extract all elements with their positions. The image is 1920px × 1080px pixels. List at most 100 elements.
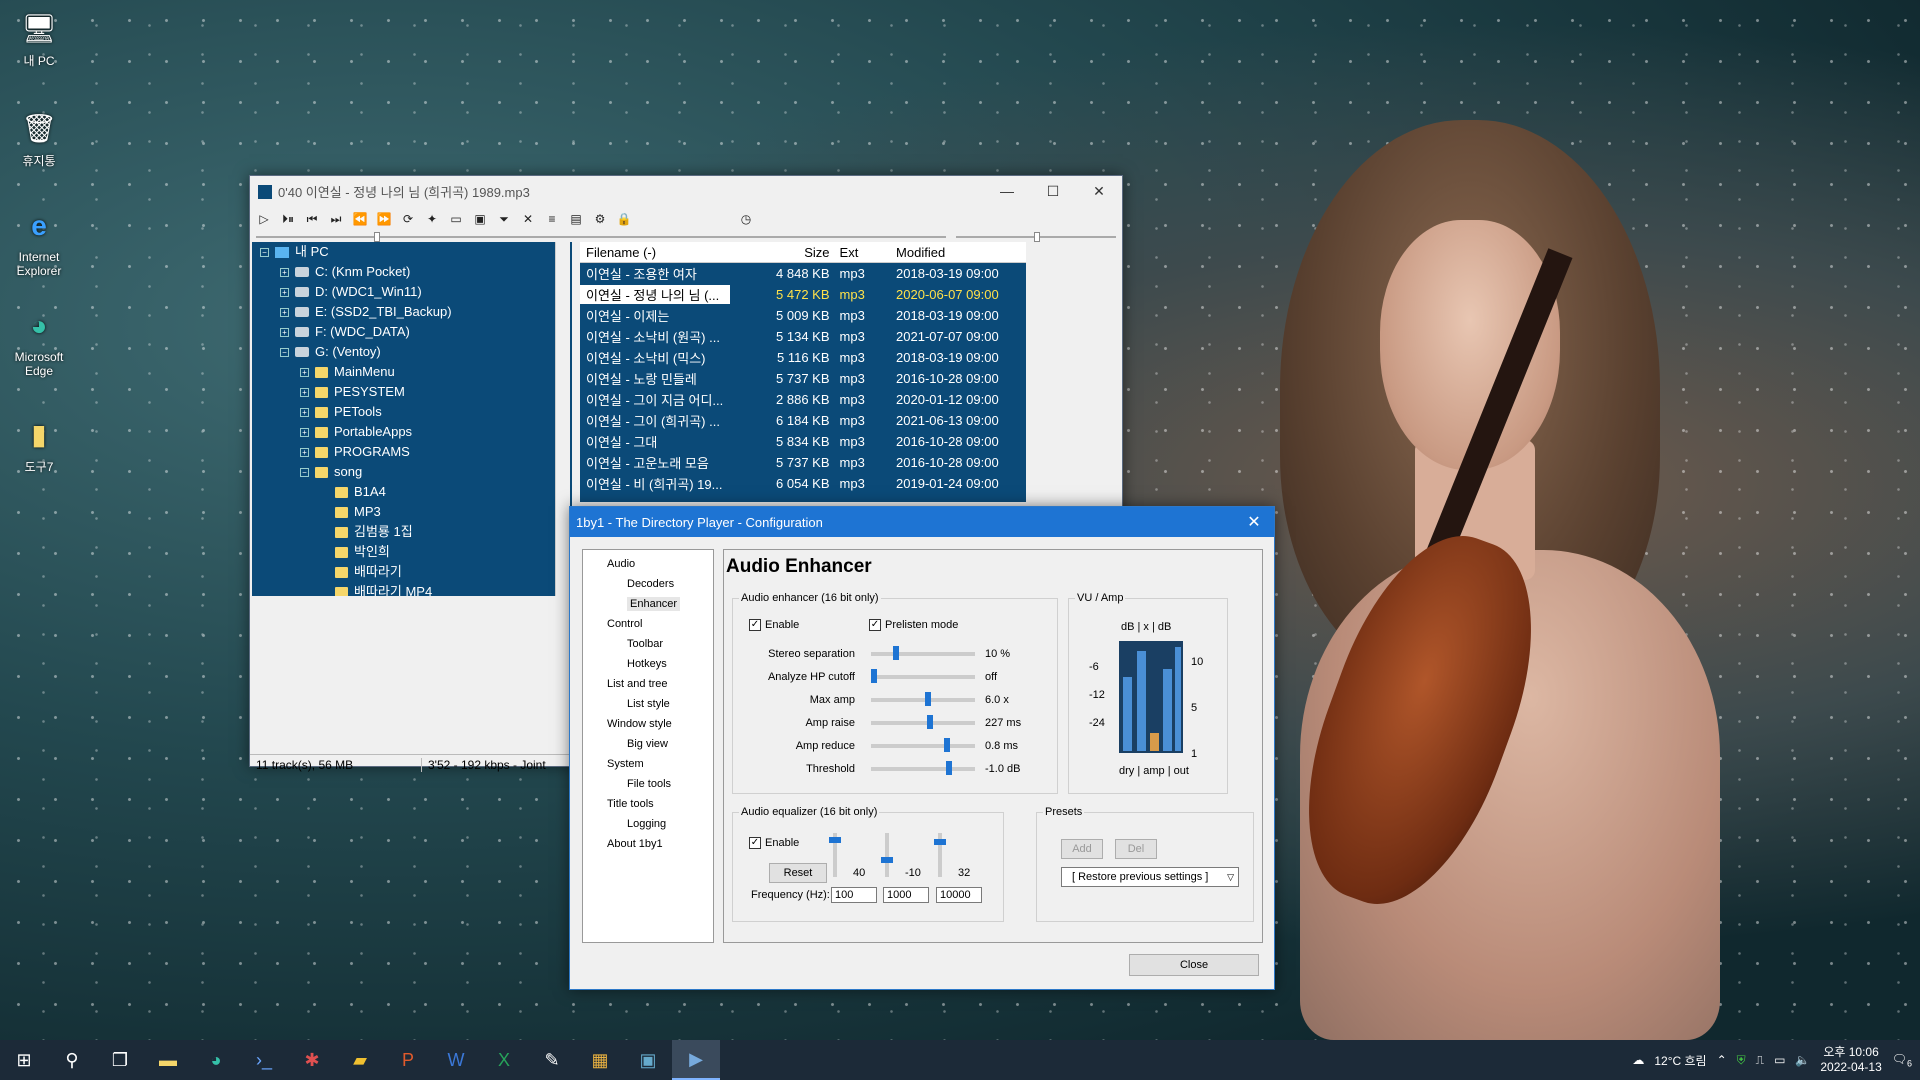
file-row[interactable]: 이연실 - 소낙비 (원곡) ... 5 134 KB mp3 2021-07-07 … — [580, 326, 1026, 347]
powershell-icon[interactable]: ›_ — [240, 1040, 288, 1080]
folder-tree[interactable]: − 내 PC + C: (Knm Pocket) + D: (WDC1_Win11) + E:… — [252, 242, 572, 596]
player-titlebar[interactable]: 0'40 이연실 - 정녕 나의 님 (희귀곡) 1989.mp3 — ☐ ✕ — [250, 176, 1122, 207]
slider-thumb[interactable] — [924, 692, 931, 706]
slider-thumb[interactable] — [871, 669, 877, 683]
network-icon[interactable]: ▭ — [1774, 1053, 1785, 1067]
freq-input-mid[interactable]: 1000 — [883, 887, 929, 903]
column-modified[interactable]: Modified — [890, 245, 1026, 260]
slider-track[interactable] — [871, 646, 975, 660]
sort-icon[interactable]: ≡ — [544, 212, 560, 226]
nav-item[interactable]: Window style — [583, 714, 713, 734]
tree-node[interactable]: 박인희 — [252, 542, 572, 562]
nav-item[interactable]: List and tree — [583, 674, 713, 694]
nav-item[interactable]: File tools — [583, 774, 713, 794]
file-explorer-icon[interactable]: ▬ — [144, 1040, 192, 1080]
slider-thumb[interactable] — [926, 715, 933, 729]
file-row[interactable]: 이연실 - 정녕 나의 님 (... 5 472 KB mp3 2020-06-07 … — [580, 284, 1026, 305]
expand-toggle-icon[interactable]: + — [300, 387, 309, 397]
expand-toggle-icon[interactable]: + — [280, 287, 289, 297]
prelisten-mode-checkbox[interactable]: ✓ Prelisten mode — [869, 619, 958, 631]
tree-node[interactable]: B1A4 — [252, 482, 572, 502]
weather-text[interactable]: 12°C 흐림 — [1654, 1052, 1706, 1069]
file-row[interactable]: 이연실 - 그이 (희귀곡) ... 6 184 KB mp3 2021-06-13 … — [580, 410, 1026, 431]
app-red-icon[interactable]: ✱ — [288, 1040, 336, 1080]
lock-icon[interactable]: 🔒 — [616, 212, 632, 226]
expand-toggle-icon[interactable]: + — [300, 367, 309, 377]
tree-node[interactable]: + MainMenu — [252, 362, 572, 382]
play-next-icon[interactable]: ⏵⏸ — [280, 212, 296, 227]
tree-node[interactable]: + PROGRAMS — [252, 442, 572, 462]
next-track-icon[interactable]: ⏩ — [376, 212, 392, 226]
1by1-player-icon[interactable]: ▶ — [672, 1040, 720, 1080]
usb-icon[interactable]: ⎍ — [1756, 1053, 1764, 1068]
column-filename[interactable]: Filename (-) — [580, 245, 730, 260]
file-row[interactable]: 이연실 - 고운노래 모음 5 737 KB mp3 2016-10-28 09:00 — [580, 452, 1026, 473]
desktop-icon-internet-explorer[interactable]: e Internet Explorer — [6, 206, 72, 278]
expand-toggle-icon[interactable]: + — [280, 307, 289, 317]
skip-forward-icon[interactable]: ⏭ — [328, 212, 344, 227]
nav-item[interactable]: List style — [583, 694, 713, 714]
powerpoint-icon[interactable]: P — [384, 1040, 432, 1080]
close-button[interactable]: ✕ — [1076, 183, 1122, 200]
column-ext[interactable]: Ext — [834, 245, 891, 260]
slider-track[interactable] — [871, 738, 975, 752]
edge-icon[interactable]: ◕ — [192, 1040, 240, 1080]
preset-add-button[interactable]: Add — [1061, 839, 1103, 859]
expand-toggle-icon[interactable]: − — [280, 347, 289, 357]
freq-input-low[interactable]: 100 — [831, 887, 877, 903]
list-icon[interactable]: ▤ — [568, 212, 584, 226]
file-row[interactable]: 이연실 - 소낙비 (믹스) 5 116 KB mp3 2018-03-19 09:0… — [580, 347, 1026, 368]
tree-node[interactable]: + E: (SSD2_TBI_Backup) — [252, 302, 572, 322]
expand-toggle-icon[interactable]: + — [300, 427, 309, 437]
eq-slider-low[interactable] — [829, 833, 841, 877]
slider-thumb[interactable] — [892, 646, 899, 660]
nav-item[interactable]: Big view — [583, 734, 713, 754]
nav-item[interactable]: Decoders — [583, 574, 713, 594]
tree-node[interactable]: + C: (Knm Pocket) — [252, 262, 572, 282]
slider-track[interactable] — [871, 692, 975, 706]
notification-icon[interactable]: 🗨6 — [1892, 1052, 1912, 1068]
tree-node[interactable]: − song — [252, 462, 572, 482]
equalizer-enable-checkbox[interactable]: ✓ Enable — [749, 837, 799, 849]
tree-node[interactable]: + D: (WDC1_Win11) — [252, 282, 572, 302]
configuration-dialog[interactable]: 1by1 - The Directory Player - Configurat… — [569, 506, 1275, 990]
tree-node[interactable]: + PortableApps — [252, 422, 572, 442]
freq-input-high[interactable]: 10000 — [936, 887, 982, 903]
column-size[interactable]: Size — [730, 245, 834, 260]
seek-slider[interactable] — [256, 232, 946, 242]
timer-icon[interactable]: ◷ — [738, 212, 754, 226]
word-icon[interactable]: W — [432, 1040, 480, 1080]
reset-button[interactable]: Reset — [769, 863, 827, 883]
nav-item[interactable]: System — [583, 754, 713, 774]
enhancer-enable-checkbox[interactable]: ✓ Enable — [749, 619, 799, 631]
nav-item[interactable]: Toolbar — [583, 634, 713, 654]
bookmark-icon[interactable]: ✦ — [424, 212, 440, 226]
play-icon[interactable]: ▷ — [256, 212, 272, 226]
start-button[interactable]: ⊞ — [0, 1040, 48, 1080]
file-row[interactable]: 이연실 - 노랑 민들레 5 737 KB mp3 2016-10-28 09:00 — [580, 368, 1026, 389]
nav-item[interactable]: Hotkeys — [583, 654, 713, 674]
dialog-titlebar[interactable]: 1by1 - The Directory Player - Configurat… — [570, 507, 1274, 537]
eq-slider-high[interactable] — [934, 833, 946, 877]
minimize-button[interactable]: — — [984, 183, 1030, 200]
remote-icon[interactable]: ▣ — [624, 1040, 672, 1080]
nav-item[interactable]: About 1by1 — [583, 834, 713, 854]
expand-toggle-icon[interactable]: − — [300, 467, 309, 477]
tree-scrollbar[interactable] — [555, 242, 570, 596]
file-row[interactable]: 이연실 - 그대 5 834 KB mp3 2016-10-28 09:00 — [580, 431, 1026, 452]
slider-track[interactable] — [871, 715, 975, 729]
nav-item[interactable]: Control — [583, 614, 713, 634]
tray-chevron-icon[interactable]: ⌃ — [1717, 1053, 1727, 1067]
bigview-icon[interactable]: ▣ — [472, 212, 488, 226]
task-view-icon[interactable]: ❐ — [96, 1040, 144, 1080]
file-row[interactable]: 이연실 - 조용한 여자 4 848 KB mp3 2018-03-19 09:00 — [580, 263, 1026, 284]
slider-track[interactable] — [871, 761, 975, 775]
search-icon[interactable]: ⚲ — [48, 1040, 96, 1080]
loop-icon[interactable]: ⟳ — [400, 212, 416, 226]
tree-node[interactable]: 배따라기 MP4 — [252, 582, 572, 596]
volume-slider[interactable] — [956, 232, 1116, 242]
nav-item[interactable]: Title tools — [583, 794, 713, 814]
desktop-icon-my-pc[interactable]: 🖥 내 PC — [6, 8, 72, 69]
volume-icon[interactable]: 🔈 — [1795, 1053, 1810, 1067]
app-yellow-icon[interactable]: ▰ — [336, 1040, 384, 1080]
